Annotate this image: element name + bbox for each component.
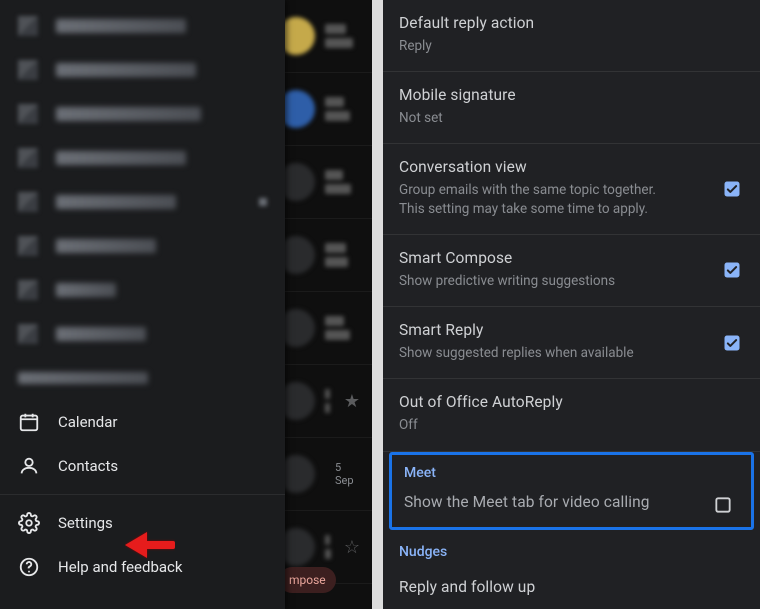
drawer-obscured-item[interactable] [0,312,285,356]
drawer-obscured-item[interactable] [0,4,285,48]
nav-drawer: Calendar Contacts Settings Help and feed [0,0,285,609]
setting-reply-follow-up[interactable]: Reply and follow up [383,564,760,609]
drawer-obscured-item[interactable] [0,136,285,180]
drawer-obscured-item[interactable] [0,180,285,224]
setting-desc: Show suggested replies when available [399,344,679,362]
setting-desc: Show predictive writing suggestions [399,272,679,290]
highlighted-meet-section: Meet Show the Meet tab for video calling [389,452,754,530]
email-date: 5 Sep [335,461,360,487]
setting-value: Off [399,416,679,434]
drawer-separator [0,494,285,495]
setting-title: Smart Reply [399,321,744,339]
setting-conversation-view[interactable]: Conversation view Group emails with the … [383,144,760,234]
setting-default-reply[interactable]: Default reply action Reply [383,0,760,72]
drawer-obscured-item[interactable] [0,224,285,268]
drawer-item-settings[interactable]: Settings [0,501,285,545]
drawer-obscured-heading [0,356,285,400]
setting-desc: Group emails with the same topic togethe… [399,181,679,217]
drawer-item-label: Contacts [58,457,118,475]
checkbox-checked-icon[interactable] [722,260,742,280]
setting-value: Reply [399,37,679,55]
checkbox-checked-icon[interactable] [722,179,742,199]
setting-smart-reply[interactable]: Smart Reply Show suggested replies when … [383,307,760,379]
setting-title: Mobile signature [399,86,744,104]
drawer-obscured-item[interactable] [0,268,285,312]
setting-title: Default reply action [399,14,744,32]
section-header-meet: Meet [392,459,751,483]
setting-title: Conversation view [399,158,744,176]
drawer-item-label: Help and feedback [58,558,183,576]
section-header-nudges: Nudges [383,530,760,564]
setting-title: Reply and follow up [399,578,744,596]
setting-value: Not set [399,109,679,127]
drawer-item-contacts[interactable]: Contacts [0,444,285,488]
drawer-item-help[interactable]: Help and feedback [0,545,285,589]
drawer-item-label: Settings [58,514,113,532]
contacts-icon [18,455,40,477]
drawer-obscured-item[interactable] [0,48,285,92]
drawer-obscured-item[interactable] [0,92,285,136]
checkbox-unchecked-icon[interactable] [713,495,733,515]
setting-meet-tab[interactable]: Show the Meet tab for video calling [392,483,751,527]
setting-title: Smart Compose [399,249,744,267]
setting-title: Out of Office AutoReply [399,393,744,411]
setting-out-of-office[interactable]: Out of Office AutoReply Off [383,379,760,451]
drawer-item-calendar[interactable]: Calendar [0,400,285,444]
gear-icon [18,512,40,534]
setting-desc: Show the Meet tab for video calling [404,493,739,511]
compose-button-fragment: mpose [279,567,336,593]
setting-mobile-signature[interactable]: Mobile signature Not set [383,72,760,144]
help-icon [18,556,40,578]
setting-smart-compose[interactable]: Smart Compose Show predictive writing su… [383,235,760,307]
drawer-item-label: Calendar [58,413,118,431]
settings-panel: Default reply action Reply Mobile signat… [383,0,760,609]
checkbox-checked-icon[interactable] [722,333,742,353]
calendar-icon [18,411,40,433]
